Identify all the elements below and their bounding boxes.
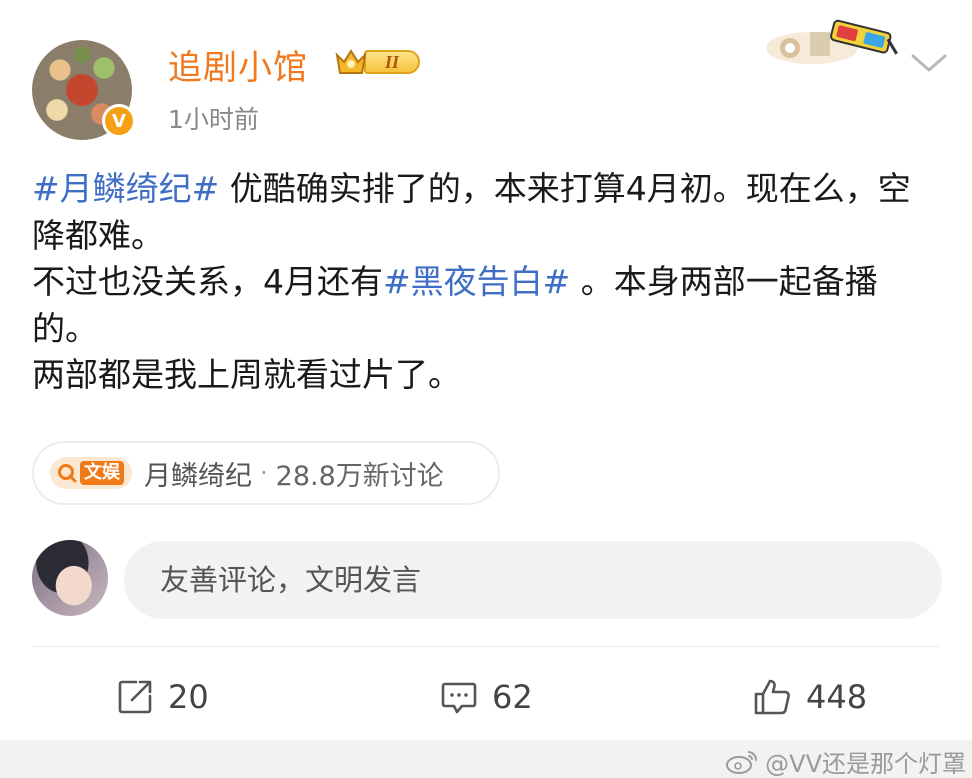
badge-label: 文娱: [80, 461, 124, 485]
post-text-segment: 不过也没关系，4月还有: [32, 262, 383, 301]
post-paragraph: 不过也没关系，4月还有#黑夜告白# 。本身两部一起备播的。: [32, 259, 937, 352]
post-paragraph: 两部都是我上周就看过片了。: [32, 352, 937, 399]
discussion-count: 28.8万新讨论: [275, 460, 444, 492]
watermark-text: @VV还是那个灯罩: [765, 750, 966, 778]
repost-count: 20: [168, 678, 209, 716]
thumbs-up-icon: [754, 679, 790, 715]
comment-count: 62: [492, 678, 533, 716]
repost-icon: [118, 680, 152, 714]
verified-v-icon: V: [102, 104, 136, 138]
comment-button[interactable]: 62: [440, 672, 533, 722]
comment-box[interactable]: [124, 541, 942, 619]
post-paragraph: #月鳞绮纪# 优酷确实排了的，本来打算4月初。现在么，空降都难。: [32, 166, 937, 259]
weibo-logo-icon: [726, 750, 758, 774]
comment-input[interactable]: [158, 562, 902, 598]
topic-link[interactable]: #黑夜告白#: [383, 262, 570, 301]
like-button[interactable]: 448: [752, 672, 867, 722]
repost-button[interactable]: 20: [116, 672, 209, 722]
divider: [32, 646, 940, 647]
crown-icon: [334, 47, 368, 77]
search-q-icon: [56, 462, 78, 484]
level-badge[interactable]: II: [334, 45, 428, 79]
post-text-segment: 两部都是我上周就看过片了。: [32, 355, 461, 394]
topic-link[interactable]: #月鳞绮纪#: [32, 169, 219, 208]
author-name[interactable]: 追剧小馆: [168, 40, 308, 89]
topic-chip[interactable]: 文娱 月鳞绮纪 · 28.8万新讨论: [32, 441, 500, 505]
weibo-watermark: @VV还是那个灯罩: [725, 744, 966, 778]
post-time: 1小时前: [168, 105, 259, 134]
my-avatar: [32, 540, 108, 616]
weibo-post-card: V 追剧小馆 II 1小时前 #月鳞绮纪# 优酷确实排了的，本来打算4月初。现在…: [0, 0, 972, 778]
chevron-down-icon[interactable]: [908, 48, 950, 76]
post-content: #月鳞绮纪# 优酷确实排了的，本来打算4月初。现在么，空降都难。 不过也没关系，…: [32, 166, 937, 399]
entertainment-badge: 文娱: [50, 457, 132, 489]
card-decoration-image: [764, 12, 904, 68]
separator: ·: [260, 459, 268, 487]
comment-icon: [441, 682, 477, 714]
level-label: II: [364, 50, 420, 74]
topic-name: 月鳞绮纪: [144, 460, 252, 492]
like-count: 448: [806, 678, 868, 716]
